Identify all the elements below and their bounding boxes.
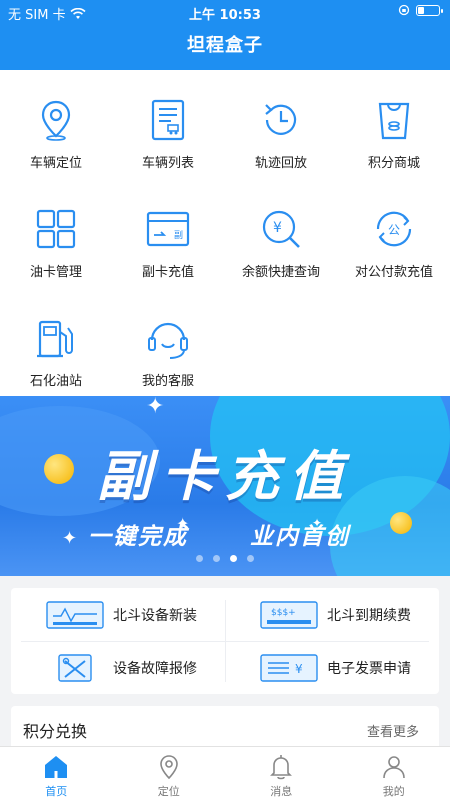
- grid-item-sub-card-recharge[interactable]: 副 副卡充值: [112, 179, 224, 287]
- service-label: 电子发票申请: [327, 660, 411, 677]
- battery-icon: [416, 4, 443, 16]
- section-title: 积分兑换: [23, 722, 88, 741]
- bell-icon: [270, 755, 293, 780]
- grid-item-label: 轨迹回放: [254, 156, 307, 171]
- location-icon: [159, 755, 178, 780]
- service-label: 北斗设备新装: [113, 607, 197, 624]
- banner-subtitle-right: 业内首创: [250, 524, 350, 550]
- repair-tools-icon: [58, 653, 92, 682]
- tab-location[interactable]: 定位: [113, 747, 226, 800]
- status-bar: 无 SIM 卡 上午 10:53: [0, 0, 450, 24]
- service-label: 设备故障报修: [113, 660, 197, 677]
- tab-label: 首页: [45, 785, 68, 798]
- points-mall-bag-icon: [378, 102, 410, 140]
- tab-profile[interactable]: 我的: [338, 747, 450, 800]
- service-shortcuts: 北斗设备新装 $$$+ 北斗到期续费 设备故障报修 ¥ 电子发票申请: [11, 588, 439, 694]
- view-more-link[interactable]: 查看更多: [367, 721, 419, 740]
- nav-bar: 坦程盒子: [0, 24, 450, 70]
- grid-item-fuel-card-management[interactable]: 油卡管理: [0, 179, 112, 287]
- fuel-card-grid-icon: [36, 209, 76, 249]
- grid-item-label: 油卡管理: [29, 265, 82, 280]
- service-device-install[interactable]: 北斗设备新装: [11, 588, 225, 641]
- svg-text:¥: ¥: [295, 662, 303, 676]
- location-pin-icon: [41, 100, 71, 141]
- sparkle-icon: ✦: [62, 528, 78, 549]
- sparkle-icon: ✦: [146, 396, 165, 419]
- grid-item-label: 副卡充值: [141, 265, 194, 280]
- grid-item-vehicle-location[interactable]: 车辆定位: [0, 70, 112, 178]
- points-exchange-section: 积分兑换 查看更多: [11, 706, 439, 746]
- grid-item-label: 对公付款充值: [354, 265, 433, 280]
- carousel-dot[interactable]: [230, 555, 237, 562]
- customer-service-headset-icon: [148, 322, 188, 359]
- e-invoice-icon: ¥: [260, 653, 318, 682]
- grid-item-balance-query[interactable]: ¥ 余额快捷查询: [225, 179, 337, 287]
- coin-icon: [390, 512, 412, 534]
- grid-item-label: 我的客服: [141, 374, 194, 389]
- clock: 上午 10:53: [189, 8, 261, 23]
- vehicle-list-icon: [151, 99, 185, 141]
- gas-station-icon: [37, 320, 73, 358]
- grid-item-track-replay[interactable]: 轨迹回放: [225, 70, 337, 178]
- function-grid: 车辆定位 车辆列表 轨迹回放 积分商城 油卡管理 副 副卡充值 ¥ 余额快捷查询…: [0, 70, 450, 396]
- user-icon: [382, 756, 405, 779]
- tab-home[interactable]: 首页: [0, 747, 113, 800]
- grid-item-gas-station[interactable]: 石化油站: [0, 288, 112, 396]
- grid-item-label: 车辆定位: [29, 156, 82, 171]
- tab-label: 定位: [157, 785, 180, 798]
- svg-text:副: 副: [174, 230, 183, 241]
- home-icon: [45, 756, 68, 778]
- rotation-lock-icon: [398, 4, 410, 16]
- tab-label: 消息: [270, 785, 293, 798]
- carousel-dot[interactable]: [196, 555, 203, 562]
- svg-text:$$$+: $$$+: [271, 608, 296, 618]
- grid-item-customer-service[interactable]: 我的客服: [112, 288, 224, 396]
- grid-item-label: 石化油站: [29, 374, 82, 389]
- carousel-dot[interactable]: [247, 555, 254, 562]
- renewal-fee-icon: $$$+: [260, 600, 318, 629]
- track-replay-clock-icon: [265, 104, 297, 135]
- service-repair[interactable]: 设备故障报修: [11, 641, 225, 694]
- balance-search-yen-icon: ¥: [262, 210, 300, 248]
- promo-banner[interactable]: ✦ ✦ ✦ ✦ 副卡充值 一键完成 业内首创: [0, 396, 450, 576]
- service-renewal[interactable]: $$$+ 北斗到期续费: [225, 588, 439, 641]
- carousel-dot[interactable]: [213, 555, 220, 562]
- tab-messages[interactable]: 消息: [225, 747, 338, 800]
- grid-item-label: 积分商城: [367, 156, 420, 171]
- banner-subtitle-left: 一键完成: [88, 524, 188, 550]
- tab-bar: 首页 定位 消息 我的: [0, 746, 450, 800]
- grid-item-label: 车辆列表: [141, 156, 194, 171]
- banner-title: 副卡充值: [97, 445, 353, 508]
- svg-text:¥: ¥: [273, 220, 282, 236]
- device-install-icon: [46, 600, 104, 629]
- svg-text:公: 公: [388, 223, 400, 237]
- service-e-invoice[interactable]: ¥ 电子发票申请: [225, 641, 439, 694]
- grid-item-vehicle-list[interactable]: 车辆列表: [112, 70, 224, 178]
- grid-item-points-mall[interactable]: 积分商城: [338, 70, 450, 178]
- sub-card-recharge-icon: 副: [146, 211, 190, 247]
- tab-label: 我的: [382, 785, 405, 798]
- service-label: 北斗到期续费: [327, 607, 411, 624]
- corporate-payment-icon: 公: [376, 211, 412, 247]
- grid-item-corporate-payment[interactable]: 公 对公付款充值: [338, 179, 450, 287]
- page-title: 坦程盒子: [187, 35, 263, 56]
- grid-item-label: 余额快捷查询: [241, 265, 320, 280]
- carousel-indicator[interactable]: [0, 555, 450, 562]
